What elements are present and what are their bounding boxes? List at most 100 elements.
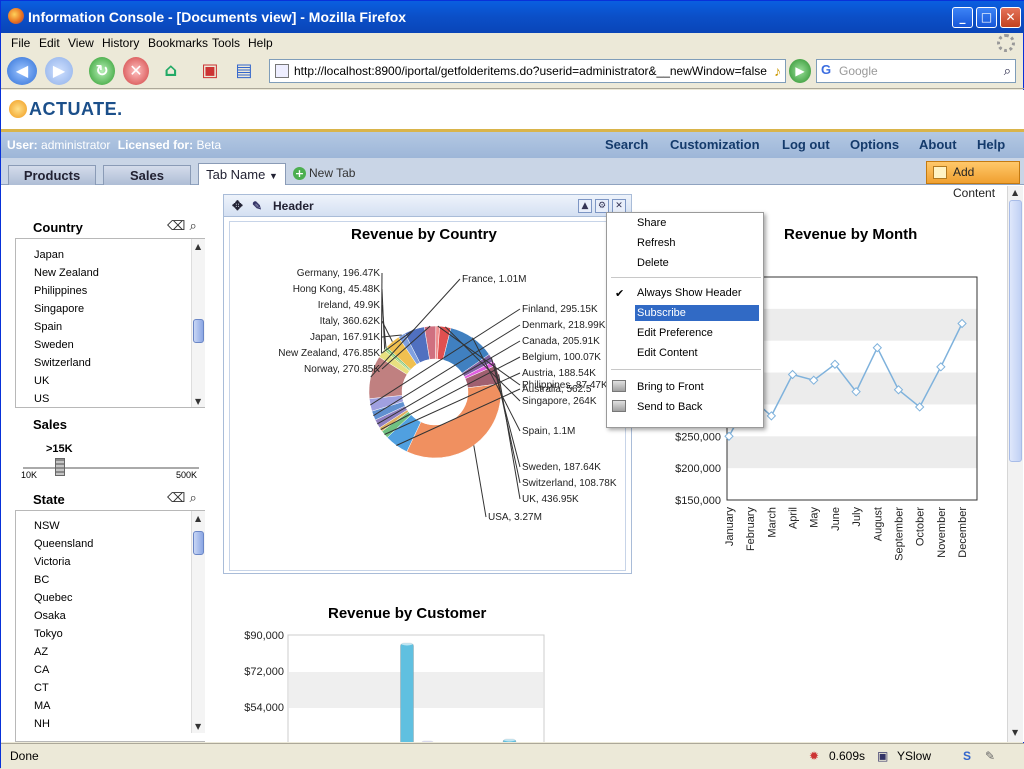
close-button[interactable]: ✕: [1000, 7, 1021, 28]
sales-max: 500K: [176, 470, 198, 480]
collapse-icon[interactable]: ▲: [578, 199, 592, 213]
page-scrollbar[interactable]: ▲ ▼: [1007, 186, 1023, 742]
plot-band: [727, 308, 977, 341]
list-item[interactable]: Tokyo: [34, 628, 63, 640]
addon-icon[interactable]: ✎: [985, 749, 995, 763]
widget-header[interactable]: ✥ ✎ Header ▲ ⚙ ✕: [224, 195, 631, 217]
slider-track[interactable]: [23, 467, 199, 469]
menu-refresh[interactable]: Refresh: [637, 235, 676, 251]
list-item[interactable]: Switzerland: [34, 357, 91, 369]
list-item[interactable]: MA: [34, 700, 51, 712]
menu-help[interactable]: Help: [248, 36, 273, 50]
nav-about[interactable]: About: [919, 132, 957, 158]
go-button[interactable]: ▶: [789, 59, 811, 83]
tab-tab-name[interactable]: Tab Name ▼: [198, 163, 286, 185]
close-icon[interactable]: ✕: [612, 199, 626, 213]
scroll-down-icon[interactable]: ▼: [1012, 728, 1018, 737]
scroll-thumb[interactable]: [1009, 200, 1022, 462]
menu-edit-preference[interactable]: Edit Preference: [637, 325, 713, 341]
search-icon[interactable]: ⌕: [1004, 60, 1011, 82]
scroll-up-icon[interactable]: ▲: [1012, 188, 1018, 197]
menu-edit-content[interactable]: Edit Content: [637, 345, 698, 361]
list-item[interactable]: Osaka: [34, 610, 66, 622]
state-list[interactable]: NSW Queensland Victoria BC Quebec Osaka …: [15, 510, 205, 742]
pin-icon[interactable]: ✎: [252, 195, 262, 217]
firebug-icon[interactable]: ✹: [809, 749, 819, 763]
stop-icon[interactable]: ✕: [123, 57, 149, 85]
scroll-thumb[interactable]: [193, 531, 204, 555]
menu-bring-to-front[interactable]: Bring to Front: [637, 379, 704, 395]
yslow-label[interactable]: YSlow: [897, 749, 931, 763]
tab-sales[interactable]: Sales: [103, 165, 191, 185]
search-icon[interactable]: ⌕: [190, 491, 197, 506]
list-item[interactable]: NH: [34, 718, 50, 730]
reload-icon[interactable]: ↻: [89, 57, 115, 85]
search-input[interactable]: G Google ⌕: [816, 59, 1016, 83]
menu-edit[interactable]: Edit: [39, 36, 60, 50]
menu-delete[interactable]: Delete: [637, 255, 669, 271]
back-icon[interactable]: ◀: [7, 57, 37, 85]
new-tab-icon[interactable]: ▣: [197, 57, 223, 85]
dashboard-widget[interactable]: ✥ ✎ Header ▲ ⚙ ✕ Revenue by Country Germ…: [223, 194, 632, 574]
list-item[interactable]: New Zealand: [34, 267, 99, 279]
list-item[interactable]: Philippines: [34, 285, 87, 297]
menu-send-to-back[interactable]: Send to Back: [637, 399, 702, 415]
menu-subscribe[interactable]: Subscribe: [635, 305, 759, 321]
list-item[interactable]: AZ: [34, 646, 48, 658]
list-item[interactable]: Victoria: [34, 556, 70, 568]
state-list-scrollbar[interactable]: ▲ ▼: [191, 511, 205, 733]
list-item[interactable]: Singapore: [34, 303, 84, 315]
settings-icon[interactable]: ⚙: [595, 199, 609, 213]
feed-icon[interactable]: ♪: [774, 60, 781, 82]
menu-bookmarks[interactable]: Bookmarks: [148, 36, 208, 50]
bar-cap: [400, 640, 414, 646]
move-icon[interactable]: ✥: [232, 195, 243, 217]
bookmark-icon[interactable]: ▤: [231, 57, 257, 85]
maximize-button[interactable]: □: [976, 7, 997, 28]
menu-file[interactable]: File: [11, 36, 30, 50]
list-item[interactable]: Japan: [34, 249, 64, 261]
nav-options[interactable]: Options: [850, 132, 899, 158]
scroll-down-icon[interactable]: ▼: [195, 722, 201, 731]
scroll-up-icon[interactable]: ▲: [195, 242, 201, 251]
menu-view[interactable]: View: [68, 36, 94, 50]
list-item[interactable]: NSW: [34, 520, 60, 532]
menu-tools[interactable]: Tools: [212, 36, 240, 50]
nav-logout[interactable]: Log out: [782, 132, 830, 158]
minimize-button[interactable]: _: [952, 7, 973, 28]
skype-icon[interactable]: S: [963, 749, 971, 763]
list-item[interactable]: Quebec: [34, 592, 73, 604]
menu-share[interactable]: Share: [637, 215, 666, 231]
scroll-thumb[interactable]: [193, 319, 204, 343]
list-item[interactable]: CT: [34, 682, 49, 694]
forward-icon[interactable]: ▶: [45, 57, 73, 85]
new-tab-button[interactable]: + New Tab: [293, 166, 355, 180]
add-content-button[interactable]: Add Content: [926, 161, 1020, 200]
slider-handle[interactable]: [55, 458, 65, 476]
widget-body: Revenue by Country Germany, 196.47K Hong …: [229, 221, 626, 571]
nav-help[interactable]: Help: [977, 132, 1005, 158]
country-list[interactable]: Japan New Zealand Philippines Singapore …: [15, 238, 205, 408]
search-icon[interactable]: ⌕: [190, 219, 197, 234]
scroll-up-icon[interactable]: ▲: [195, 514, 201, 523]
nav-search[interactable]: Search: [605, 132, 648, 158]
eraser-icon[interactable]: ⌫: [167, 491, 185, 506]
home-icon[interactable]: ⌂: [157, 57, 185, 85]
list-item[interactable]: UK: [34, 375, 49, 387]
tab-products[interactable]: Products: [8, 165, 96, 185]
nav-customization[interactable]: Customization: [670, 132, 760, 158]
country-list-scrollbar[interactable]: ▲ ▼: [191, 239, 205, 407]
list-item[interactable]: US: [34, 393, 49, 405]
list-item[interactable]: CA: [34, 664, 49, 676]
list-item[interactable]: Sweden: [34, 339, 74, 351]
menu-history[interactable]: History: [102, 36, 139, 50]
list-item[interactable]: Spain: [34, 321, 62, 333]
pie-data-label: Italy, 360.62K: [320, 316, 381, 327]
address-bar[interactable]: http://localhost:8900/iportal/getfolderi…: [269, 59, 786, 83]
yslow-icon[interactable]: ▣: [877, 749, 888, 763]
eraser-icon[interactable]: ⌫: [167, 219, 185, 234]
list-item[interactable]: Queensland: [34, 538, 93, 550]
list-item[interactable]: BC: [34, 574, 49, 586]
menu-always-show-header[interactable]: Always Show Header: [637, 285, 742, 301]
scroll-down-icon[interactable]: ▼: [195, 397, 201, 406]
